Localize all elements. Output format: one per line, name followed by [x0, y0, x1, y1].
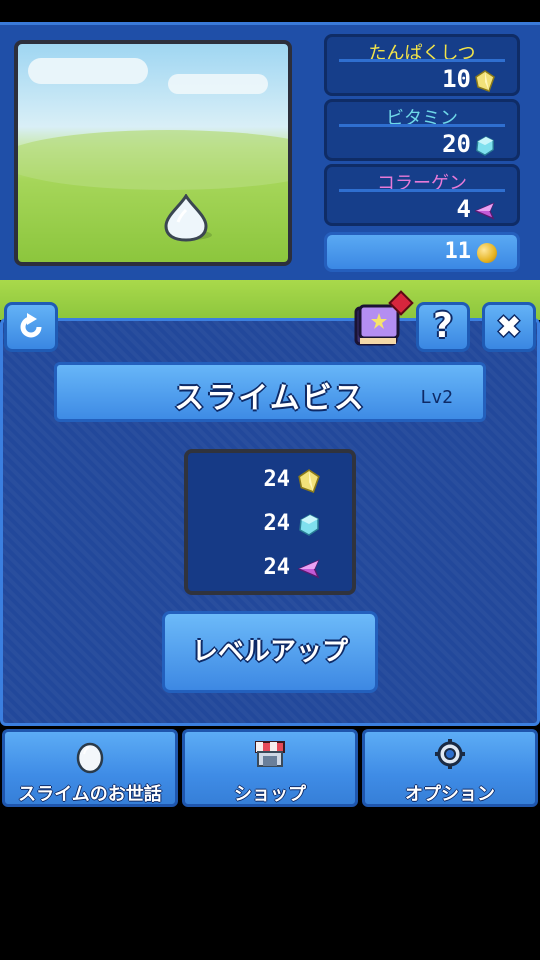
- coin-value: 11: [444, 239, 472, 264]
- nav-label: ショップ: [234, 784, 306, 805]
- cost-row-collagen: 24: [224, 553, 324, 587]
- levelup-cost-box: 24 24 24: [184, 449, 356, 595]
- purple-gem-icon: [475, 202, 495, 220]
- cloud: [28, 58, 148, 84]
- yellow-crystal-icon: [475, 70, 495, 92]
- divider: [339, 59, 505, 62]
- slime-name: スライムビス: [174, 381, 366, 416]
- help-button[interactable]: ?: [416, 302, 470, 352]
- nav-shop[interactable]: ショップ: [182, 729, 358, 807]
- stat-collagen: コラーゲン 4: [324, 164, 520, 226]
- cloud: [168, 74, 268, 94]
- cost-value: 24: [263, 511, 291, 536]
- slime-name-bar: スライムビス Lv2: [54, 362, 486, 422]
- cost-row-vitamin: 24: [224, 509, 324, 543]
- cost-row-protein: 24: [224, 465, 324, 499]
- stat-protein: たんぱくしつ 10: [324, 34, 520, 96]
- stat-vitamin: ビタミン 20: [324, 99, 520, 161]
- coin-icon: [477, 243, 497, 263]
- yellow-crystal-icon: [298, 469, 320, 493]
- help-label: ?: [433, 306, 453, 346]
- shop-icon: [255, 741, 285, 767]
- cost-value: 24: [263, 467, 291, 492]
- close-icon: ✖: [496, 310, 522, 345]
- refresh-button[interactable]: [4, 302, 58, 352]
- slime-scene[interactable]: [14, 40, 292, 266]
- stat-value: 4: [456, 195, 471, 223]
- purple-gem-icon: [298, 559, 320, 579]
- refresh-icon: [20, 313, 42, 338]
- divider: [339, 124, 505, 127]
- egg-icon: [76, 742, 104, 774]
- slime-egg-icon[interactable]: [162, 194, 210, 242]
- coin-counter: 11: [324, 232, 520, 272]
- cost-value: 24: [263, 555, 291, 580]
- stat-value: 10: [442, 65, 471, 93]
- close-button[interactable]: ✖: [482, 302, 536, 352]
- nav-options[interactable]: オプション: [362, 729, 538, 807]
- nav-label: スライムのお世話: [18, 784, 162, 805]
- cyan-cube-icon: [299, 514, 319, 536]
- hill: [18, 130, 288, 190]
- nav-slime-care[interactable]: スライムのお世話: [2, 729, 178, 807]
- cyan-cube-icon: [476, 136, 494, 156]
- stat-value: 20: [442, 130, 471, 158]
- nav-label: オプション: [405, 784, 495, 805]
- divider: [339, 189, 505, 192]
- book-button[interactable]: [352, 290, 414, 352]
- gear-icon: [435, 739, 465, 769]
- slime-level: Lv2: [420, 387, 453, 408]
- levelup-button[interactable]: レベルアップ: [162, 611, 378, 693]
